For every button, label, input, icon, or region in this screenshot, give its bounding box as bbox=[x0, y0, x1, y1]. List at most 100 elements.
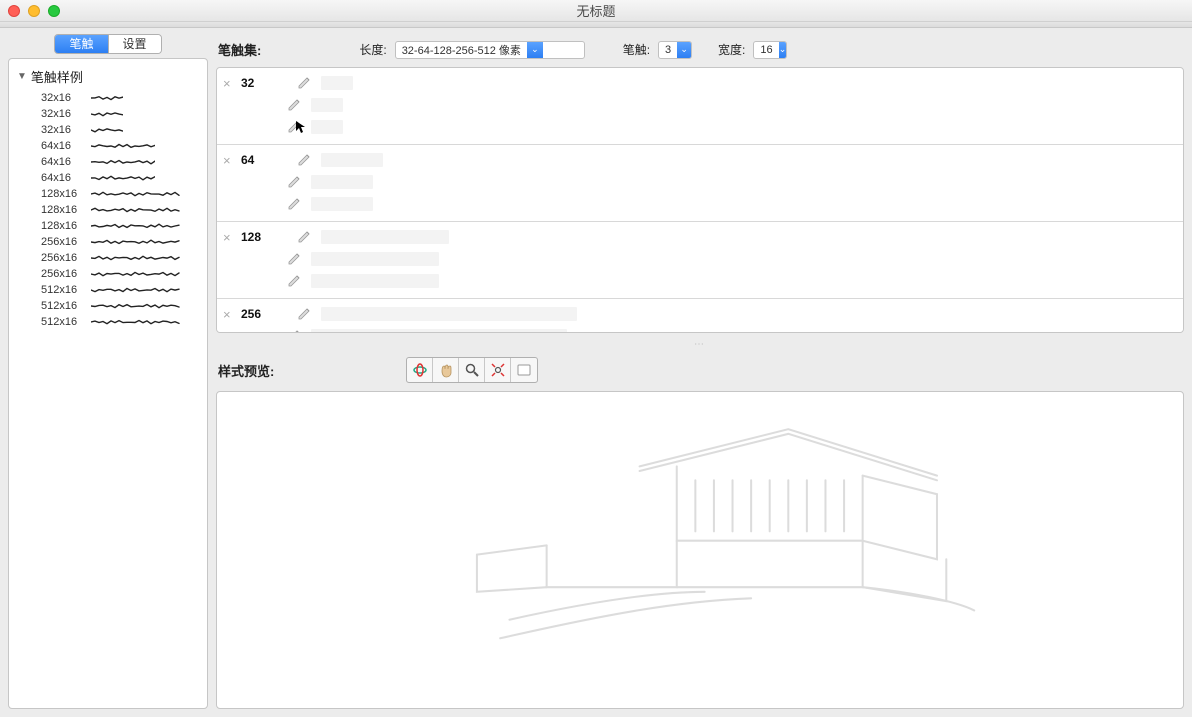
strokes-panel[interactable]: ×32×64×128×256 bbox=[216, 67, 1184, 333]
sample-label: 64x16 bbox=[41, 140, 85, 152]
stroke-row[interactable]: ×32 bbox=[223, 72, 1177, 94]
stroke-sample-row[interactable]: 512x16 bbox=[13, 314, 203, 330]
stroke-sample-row[interactable]: 64x16 bbox=[13, 138, 203, 154]
stroke-row[interactable] bbox=[223, 193, 1177, 215]
blank-icon bbox=[516, 362, 532, 378]
stroke-bar[interactable] bbox=[311, 274, 439, 288]
preview-panel[interactable] bbox=[216, 391, 1184, 709]
stroke-set-header: 笔触集: 长度: 32-64-128-256-512 像素 ⌄ 笔触: 3 ⌄ … bbox=[216, 34, 1184, 61]
stroke-bar[interactable] bbox=[321, 307, 577, 321]
pencil-icon[interactable] bbox=[287, 274, 301, 288]
stroke-swatch bbox=[91, 223, 181, 229]
tab-settings[interactable]: 设置 bbox=[108, 35, 161, 53]
delete-group-button[interactable]: × bbox=[223, 307, 235, 322]
stroke-row[interactable] bbox=[223, 94, 1177, 116]
pencil-icon[interactable] bbox=[287, 197, 301, 211]
pencil-icon[interactable] bbox=[287, 252, 301, 266]
stroke-row[interactable] bbox=[223, 270, 1177, 292]
stroke-row[interactable]: × 256 bbox=[223, 303, 1177, 325]
delete-group-button[interactable]: × bbox=[223, 76, 235, 91]
length-select[interactable]: 32-64-128-256-512 像素 ⌄ bbox=[395, 41, 585, 59]
sample-label: 512x16 bbox=[41, 316, 85, 328]
stroke-row[interactable] bbox=[223, 116, 1177, 138]
pencil-icon[interactable] bbox=[297, 153, 311, 167]
stroke-bar[interactable] bbox=[311, 175, 373, 189]
stroke-sample-row[interactable]: 32x16 bbox=[13, 106, 203, 122]
stroke-row[interactable] bbox=[223, 248, 1177, 270]
blank-tool-button[interactable] bbox=[511, 358, 537, 382]
width-label: 宽度: bbox=[718, 41, 745, 58]
width-value: 16 bbox=[760, 44, 778, 56]
stroke-sample-row[interactable]: 32x16 bbox=[13, 122, 203, 138]
stroke-bar[interactable] bbox=[311, 252, 439, 266]
stroke-sample-row[interactable]: 512x16 bbox=[13, 282, 203, 298]
pencil-icon[interactable] bbox=[287, 120, 301, 134]
stroke-sample-row[interactable]: 64x16 bbox=[13, 170, 203, 186]
stroke-bar[interactable] bbox=[311, 329, 567, 333]
stroke-swatch bbox=[91, 303, 181, 309]
stroke-bar[interactable] bbox=[321, 230, 449, 244]
sample-label: 512x16 bbox=[41, 300, 85, 312]
sample-label: 64x16 bbox=[41, 172, 85, 184]
length-value: 32-64-128-256-512 像素 bbox=[402, 42, 527, 58]
window-title: 无标题 bbox=[0, 1, 1192, 20]
zoom-extents-button[interactable] bbox=[485, 358, 511, 382]
stroke-swatch bbox=[91, 271, 181, 277]
stroke-bar[interactable] bbox=[311, 197, 373, 211]
stroke-count-value: 3 bbox=[665, 44, 677, 56]
pencil-icon[interactable] bbox=[287, 175, 301, 189]
stroke-bar[interactable] bbox=[311, 98, 343, 112]
stroke-swatch bbox=[91, 319, 181, 325]
stroke-set-label: 笔触集: bbox=[218, 40, 261, 59]
stroke-bar[interactable] bbox=[311, 120, 343, 134]
stroke-sample-row[interactable]: 128x16 bbox=[13, 202, 203, 218]
stroke-count-select[interactable]: 3 ⌄ bbox=[658, 41, 692, 59]
sample-label: 32x16 bbox=[41, 92, 85, 104]
stroke-swatch bbox=[91, 159, 155, 165]
stroke-row[interactable]: × 64 bbox=[223, 149, 1177, 171]
sample-label: 256x16 bbox=[41, 268, 85, 280]
stroke-row[interactable] bbox=[223, 325, 1177, 333]
group-label: 64 bbox=[241, 153, 271, 167]
pencil-icon[interactable] bbox=[297, 76, 311, 90]
magnifier-icon bbox=[464, 362, 480, 378]
stroke-group-header: × 256 bbox=[223, 304, 287, 324]
orbit-tool-button[interactable] bbox=[407, 358, 433, 382]
pencil-icon[interactable] bbox=[287, 329, 301, 333]
stroke-swatch bbox=[91, 95, 123, 101]
stroke-row[interactable]: ×128 bbox=[223, 226, 1177, 248]
group-label: 256 bbox=[241, 307, 271, 321]
stroke-sample-row[interactable]: 512x16 bbox=[13, 298, 203, 314]
stroke-sample-row[interactable]: 256x16 bbox=[13, 250, 203, 266]
sidebar-tabs: 笔触 设置 bbox=[8, 34, 208, 54]
pencil-icon[interactable] bbox=[297, 307, 311, 321]
stroke-sample-row[interactable]: 128x16 bbox=[13, 186, 203, 202]
chevron-down-icon: ⌄ bbox=[527, 42, 543, 58]
sidebar-panel: ▼ 笔触样例 32x16 32x16 32x16 64x16 64x16 64x16 128… bbox=[8, 58, 208, 709]
stroke-sample-row[interactable]: 256x16 bbox=[13, 234, 203, 250]
pencil-icon[interactable] bbox=[287, 98, 301, 112]
stroke-sample-row[interactable]: 32x16 bbox=[13, 90, 203, 106]
orbit-icon bbox=[412, 362, 428, 378]
delete-group-button[interactable]: × bbox=[223, 230, 235, 245]
sample-label: 32x16 bbox=[41, 124, 85, 136]
stroke-bar[interactable] bbox=[321, 153, 383, 167]
stroke-count-label: 笔触: bbox=[623, 41, 650, 58]
zoom-tool-button[interactable] bbox=[459, 358, 485, 382]
tab-stroke[interactable]: 笔触 bbox=[55, 35, 107, 53]
stroke-row[interactable] bbox=[223, 171, 1177, 193]
delete-group-button[interactable]: × bbox=[223, 153, 235, 168]
pencil-icon[interactable] bbox=[297, 230, 311, 244]
stroke-group: × 256 bbox=[217, 299, 1183, 333]
stroke-sample-row[interactable]: 256x16 bbox=[13, 266, 203, 282]
stroke-sample-row[interactable]: 128x16 bbox=[13, 218, 203, 234]
stroke-samples-header[interactable]: ▼ 笔触样例 bbox=[13, 65, 203, 88]
disclosure-triangle-icon: ▼ bbox=[17, 71, 27, 82]
stroke-sample-row[interactable]: 64x16 bbox=[13, 154, 203, 170]
width-select[interactable]: 16 ⌄ bbox=[753, 41, 787, 59]
pan-tool-button[interactable] bbox=[433, 358, 459, 382]
stroke-bar[interactable] bbox=[321, 76, 353, 90]
chevron-down-icon: ⌄ bbox=[677, 42, 691, 58]
preview-header: 样式预览: bbox=[216, 353, 1184, 385]
panel-resizer[interactable]: ⋯ bbox=[216, 339, 1184, 347]
